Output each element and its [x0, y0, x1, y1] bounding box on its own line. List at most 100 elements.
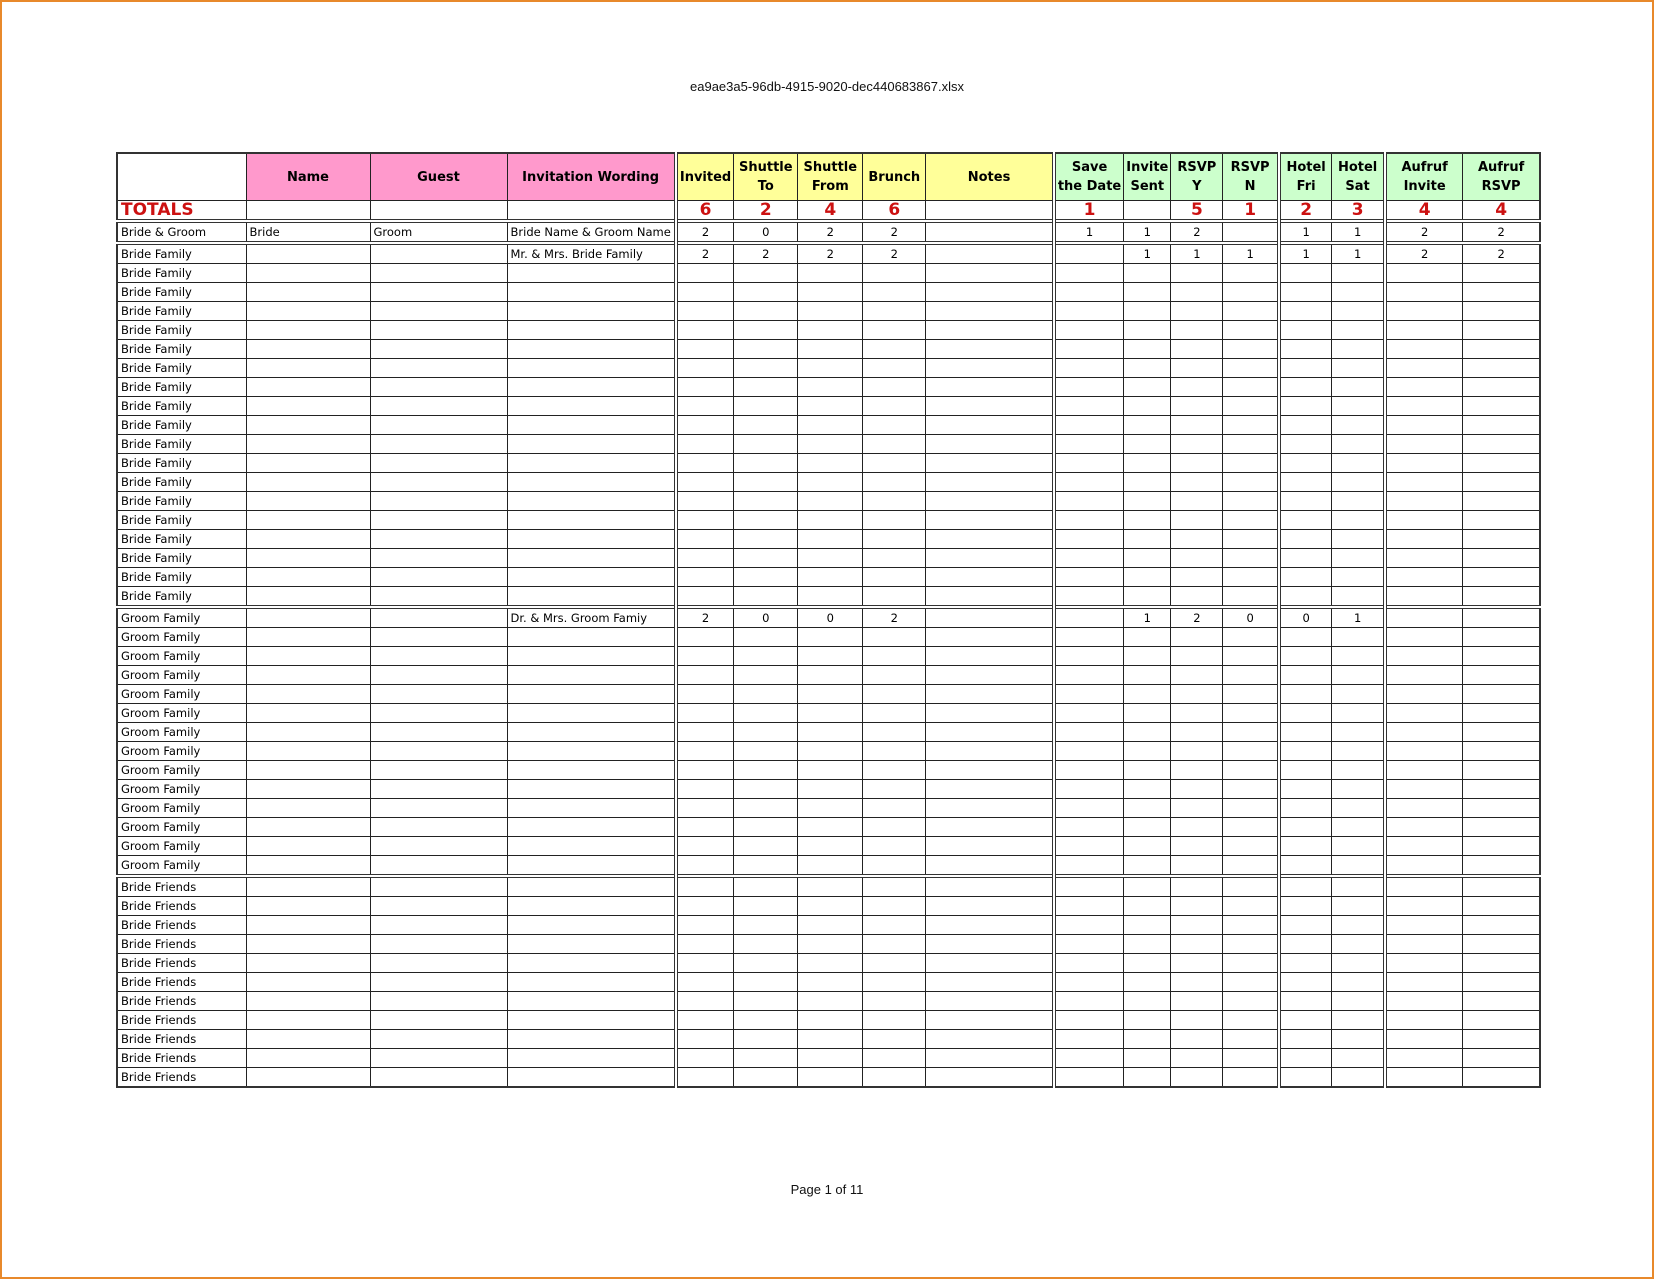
cell-notes[interactable]	[925, 1010, 1055, 1030]
cell-hotel-fri[interactable]	[1276, 1010, 1333, 1030]
cell-save-the-date[interactable]	[1051, 529, 1125, 549]
cell-aufruf-rsvp[interactable]	[1462, 896, 1541, 916]
cell-shuttle-to[interactable]	[733, 760, 799, 780]
cell-rsvp-y[interactable]	[1170, 760, 1224, 780]
column-header-shuttle-to[interactable]: Shuttle To	[733, 152, 799, 201]
cell-invited[interactable]	[673, 779, 735, 799]
cell-notes[interactable]	[925, 934, 1055, 954]
cell-brunch[interactable]	[862, 301, 927, 321]
cell-brunch[interactable]	[862, 377, 927, 397]
cell-hotel-fri[interactable]	[1276, 855, 1333, 877]
cell-rsvp-y[interactable]	[1170, 684, 1224, 704]
cell-brunch[interactable]	[862, 896, 927, 916]
cell-wording[interactable]	[506, 491, 677, 511]
cell-brunch[interactable]	[862, 472, 927, 492]
cell-name[interactable]	[245, 915, 371, 935]
cell-hotel-sat[interactable]	[1331, 646, 1386, 666]
cell-hotel-sat[interactable]	[1331, 453, 1386, 473]
cell-aufruf-rsvp[interactable]	[1462, 396, 1541, 416]
cell-shuttle-from[interactable]: 2	[797, 219, 864, 244]
cell-invite-sent[interactable]	[1123, 646, 1172, 666]
cell-rsvp-n[interactable]	[1222, 1048, 1280, 1068]
cell-guest[interactable]	[369, 760, 508, 780]
cell-hotel-sat[interactable]	[1331, 567, 1386, 587]
cell-wording[interactable]	[506, 741, 677, 761]
cell-name[interactable]	[245, 358, 371, 378]
cell-name[interactable]	[245, 1029, 371, 1049]
cell-shuttle-from[interactable]	[797, 434, 864, 454]
cell-invite-sent[interactable]	[1123, 915, 1172, 935]
cell-rsvp-n[interactable]: 0	[1222, 605, 1280, 628]
cell-aufruf-invite[interactable]	[1382, 434, 1464, 454]
cell-aufruf-rsvp[interactable]	[1462, 972, 1541, 992]
cell-name[interactable]	[245, 320, 371, 340]
row-group-label[interactable]: Bride Family	[116, 301, 247, 321]
cell-hotel-fri[interactable]	[1276, 453, 1333, 473]
cell-rsvp-y[interactable]	[1170, 358, 1224, 378]
cell-guest[interactable]	[369, 263, 508, 283]
cell-shuttle-from[interactable]	[797, 320, 864, 340]
cell-shuttle-from[interactable]	[797, 722, 864, 742]
cell-shuttle-to[interactable]	[733, 339, 799, 359]
cell-hotel-fri[interactable]	[1276, 1029, 1333, 1049]
cell-invited[interactable]	[673, 282, 735, 302]
cell-save-the-date[interactable]	[1051, 817, 1125, 837]
cell-invited[interactable]	[673, 991, 735, 1011]
cell-hotel-sat[interactable]	[1331, 627, 1386, 647]
cell-name[interactable]	[245, 684, 371, 704]
cell-notes[interactable]	[925, 779, 1055, 799]
cell-aufruf-rsvp[interactable]	[1462, 1067, 1541, 1088]
row-group-label[interactable]: Groom Family	[116, 646, 247, 666]
cell-wording[interactable]	[506, 627, 677, 647]
cell-hotel-fri[interactable]	[1276, 915, 1333, 935]
cell-aufruf-rsvp[interactable]	[1462, 491, 1541, 511]
cell-save-the-date[interactable]	[1051, 320, 1125, 340]
cell-hotel-fri[interactable]	[1276, 953, 1333, 973]
cell-wording[interactable]	[506, 684, 677, 704]
cell-guest[interactable]	[369, 529, 508, 549]
cell-notes[interactable]	[925, 760, 1055, 780]
cell-shuttle-to[interactable]	[733, 817, 799, 837]
cell-shuttle-from[interactable]	[797, 703, 864, 723]
cell-rsvp-n[interactable]	[1222, 665, 1280, 685]
cell-rsvp-y[interactable]	[1170, 627, 1224, 647]
cell-notes[interactable]	[925, 586, 1055, 608]
cell-shuttle-from[interactable]	[797, 358, 864, 378]
cell-aufruf-rsvp[interactable]	[1462, 703, 1541, 723]
cell-rsvp-y[interactable]	[1170, 741, 1224, 761]
cell-brunch[interactable]	[862, 396, 927, 416]
cell-rsvp-y[interactable]	[1170, 491, 1224, 511]
cell-guest[interactable]	[369, 491, 508, 511]
cell-name[interactable]	[245, 453, 371, 473]
total-guest[interactable]	[369, 200, 508, 222]
column-header-wording[interactable]: Invitation Wording	[506, 152, 677, 201]
cell-wording[interactable]	[506, 339, 677, 359]
cell-invited[interactable]	[673, 703, 735, 723]
cell-aufruf-invite[interactable]	[1382, 1010, 1464, 1030]
row-group-label[interactable]: Bride Family	[116, 491, 247, 511]
cell-aufruf-invite[interactable]	[1382, 453, 1464, 473]
cell-rsvp-n[interactable]	[1222, 567, 1280, 587]
cell-invited[interactable]: 2	[673, 219, 735, 244]
cell-hotel-sat[interactable]	[1331, 703, 1386, 723]
cell-aufruf-rsvp[interactable]	[1462, 548, 1541, 568]
cell-rsvp-n[interactable]	[1222, 586, 1280, 608]
cell-aufruf-rsvp[interactable]	[1462, 722, 1541, 742]
cell-aufruf-rsvp[interactable]	[1462, 320, 1541, 340]
cell-aufruf-invite[interactable]	[1382, 836, 1464, 856]
cell-invite-sent[interactable]	[1123, 874, 1172, 897]
cell-shuttle-to[interactable]	[733, 798, 799, 818]
cell-hotel-fri[interactable]	[1276, 972, 1333, 992]
cell-aufruf-invite[interactable]	[1382, 282, 1464, 302]
cell-rsvp-n[interactable]	[1222, 874, 1280, 897]
cell-guest[interactable]	[369, 241, 508, 264]
cell-aufruf-rsvp[interactable]	[1462, 339, 1541, 359]
cell-brunch[interactable]	[862, 874, 927, 897]
cell-invite-sent[interactable]	[1123, 722, 1172, 742]
cell-wording[interactable]	[506, 1029, 677, 1049]
cell-shuttle-to[interactable]	[733, 1048, 799, 1068]
cell-aufruf-invite[interactable]	[1382, 627, 1464, 647]
cell-aufruf-invite[interactable]	[1382, 1067, 1464, 1088]
cell-brunch[interactable]	[862, 1010, 927, 1030]
cell-wording[interactable]	[506, 548, 677, 568]
